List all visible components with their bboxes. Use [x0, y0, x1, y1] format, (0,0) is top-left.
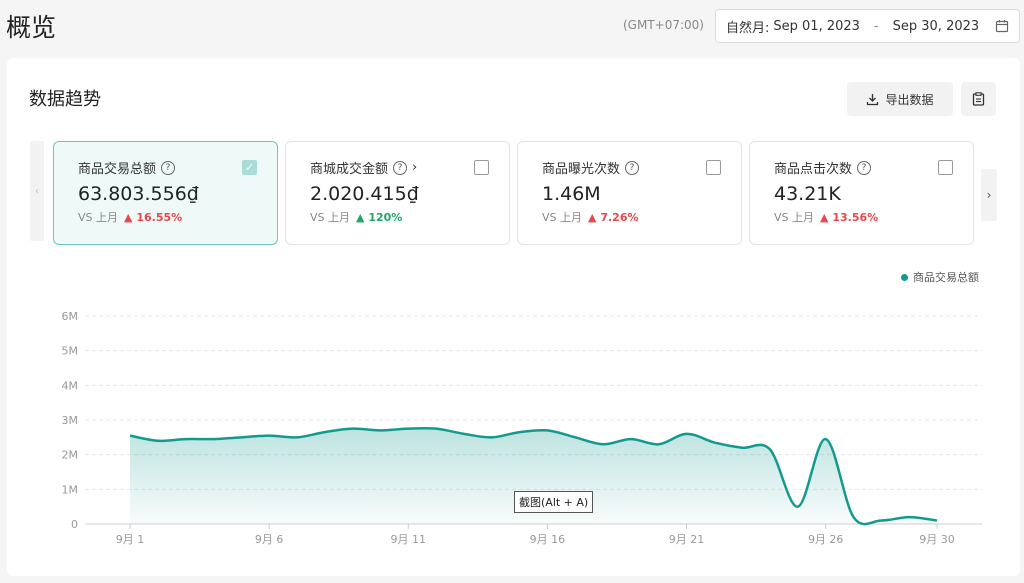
timezone-label: (GMT+07:00)	[623, 18, 704, 32]
x-tick-label: 9月 11	[391, 533, 427, 546]
y-tick-label: 6M	[62, 310, 79, 323]
date-start: Sep 01, 2023	[773, 18, 860, 34]
x-tick-label: 9月 6	[255, 533, 284, 546]
x-tick-label: 9月 30	[919, 533, 955, 546]
x-tick-label: 9月 26	[808, 533, 844, 546]
x-tick-label: 9月 16	[530, 533, 566, 546]
y-tick-label: 1M	[62, 483, 79, 496]
date-range-label: 自然月:	[726, 20, 770, 36]
trend-card: 数据趋势 导出数据 ‹ 商品交易总额? 63.803.556₫ VS 上月 ▲ 1…	[7, 58, 1020, 576]
y-tick-label: 2M	[62, 449, 79, 462]
calendar-icon	[995, 20, 1009, 33]
date-end: Sep 30, 2023	[892, 18, 980, 34]
page-title: 概览	[6, 13, 57, 42]
x-tick-label: 9月 21	[669, 533, 705, 546]
y-tick-label: 4M	[62, 379, 79, 392]
date-range-picker[interactable]: 自然月: Sep 01, 2023 - Sep 30, 2023	[715, 9, 1020, 43]
screenshot-tooltip: 截图(Alt + A)	[514, 491, 594, 513]
date-separator: -	[873, 18, 879, 34]
y-tick-label: 3M	[62, 414, 79, 427]
y-tick-label: 0	[71, 518, 78, 531]
x-tick-label: 9月 1	[116, 533, 145, 546]
y-tick-label: 5M	[62, 345, 79, 358]
